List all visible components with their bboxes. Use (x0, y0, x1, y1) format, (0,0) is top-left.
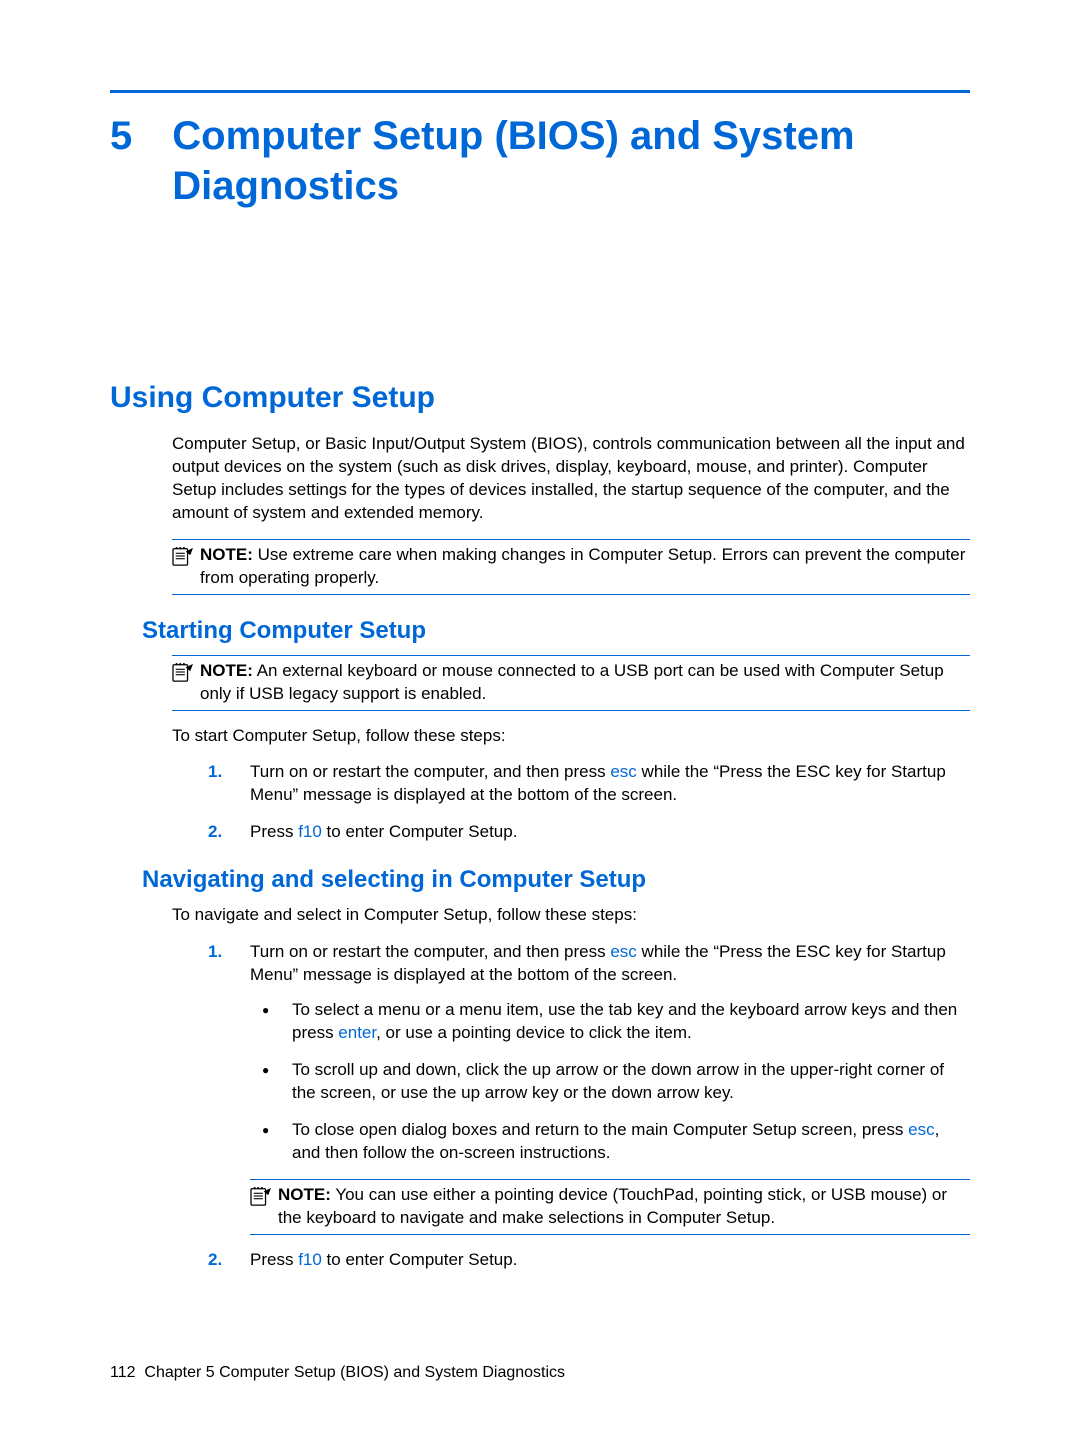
list-item: To scroll up and down, click the up arro… (250, 1059, 970, 1105)
note-text: An external keyboard or mouse connected … (200, 661, 944, 703)
chapter-number: 5 (110, 111, 132, 161)
list-item: Press f10 to enter Computer Setup. (208, 1249, 970, 1272)
key-f10: f10 (298, 1250, 322, 1269)
note-external-keyboard: NOTE: An external keyboard or mouse conn… (172, 655, 970, 711)
section3-bullets: To select a menu or a menu item, use the… (250, 999, 970, 1165)
key-esc: esc (610, 762, 636, 781)
note-label: NOTE: (278, 1185, 331, 1204)
section1-paragraph: Computer Setup, or Basic Input/Output Sy… (172, 433, 970, 525)
list-item: Turn on or restart the computer, and the… (208, 941, 970, 1234)
page-number: 112 (110, 1364, 136, 1381)
page-footer: 112 Chapter 5 Computer Setup (BIOS) and … (110, 1364, 565, 1382)
note-icon (250, 1186, 272, 1206)
section3-intro: To navigate and select in Computer Setup… (172, 904, 970, 927)
note-icon (172, 662, 194, 682)
note-icon (172, 546, 194, 566)
section-starting-computer-setup: Starting Computer Setup (142, 617, 970, 645)
note-pointing-device: NOTE: You can use either a pointing devi… (250, 1179, 970, 1235)
note-text: Use extreme care when making changes in … (200, 545, 965, 587)
chapter-heading: 5 Computer Setup (BIOS) and System Diagn… (110, 111, 970, 211)
key-enter: enter (338, 1023, 376, 1042)
note-text: You can use either a pointing device (To… (278, 1185, 947, 1227)
footer-label: Chapter 5 Computer Setup (BIOS) and Syst… (144, 1364, 565, 1381)
note-label: NOTE: (200, 661, 253, 680)
list-item: To close open dialog boxes and return to… (250, 1119, 970, 1165)
key-esc: esc (908, 1120, 934, 1139)
list-item: To select a menu or a menu item, use the… (250, 999, 970, 1045)
section-using-computer-setup: Using Computer Setup (110, 381, 970, 415)
note-extreme-care: NOTE: Use extreme care when making chang… (172, 539, 970, 595)
section2-steps: Turn on or restart the computer, and the… (208, 761, 970, 844)
key-esc: esc (610, 942, 636, 961)
chapter-title: Computer Setup (BIOS) and System Diagnos… (172, 111, 970, 211)
list-item: Turn on or restart the computer, and the… (208, 761, 970, 807)
section-navigating-selecting: Navigating and selecting in Computer Set… (142, 866, 970, 894)
note-label: NOTE: (200, 545, 253, 564)
top-rule (110, 90, 970, 93)
section3-steps: Turn on or restart the computer, and the… (208, 941, 970, 1271)
list-item: Press f10 to enter Computer Setup. (208, 821, 970, 844)
key-f10: f10 (298, 822, 322, 841)
section2-intro: To start Computer Setup, follow these st… (172, 725, 970, 748)
